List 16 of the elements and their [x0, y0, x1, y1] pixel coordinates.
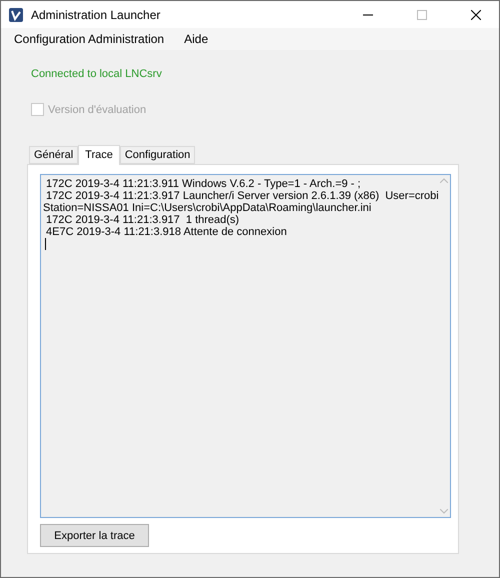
tab[interactable]: Général	[29, 146, 78, 164]
tab[interactable]: Trace	[78, 145, 120, 165]
tab[interactable]: Configuration	[120, 146, 196, 164]
window-title: Administration Launcher	[31, 8, 162, 22]
menu-item[interactable]: Configuration Administration	[8, 30, 170, 48]
log-line: 172C 2019-3-4 11:21:3.917 Launcher/i Server version 2.6.1.39 (x86) User=crobi	[45, 190, 439, 202]
export-button[interactable]: Exporter la trace	[40, 524, 149, 547]
log-line: 4E7C 2019-3-4 11:21:3.918 Attente de connexion	[45, 226, 288, 238]
log-line: Station=NISSA01 Ini=C:\Users\crobi\AppData\Roaming\launcher.ini	[43, 202, 372, 214]
app-icon	[9, 8, 23, 22]
log-line: 172C 2019-3-4 11:21:3.917 1 thread(s)	[45, 214, 240, 226]
menu-item[interactable]: Aide	[178, 30, 214, 48]
close-icon[interactable]	[471, 10, 481, 20]
text-caret	[45, 238, 46, 250]
status-text: Connected to local LNCsrv	[31, 68, 163, 80]
log-line: 172C 2019-3-4 11:21:3.911 Windows V.6.2 - Type=1 - Arch.=9 - ;	[45, 178, 362, 190]
